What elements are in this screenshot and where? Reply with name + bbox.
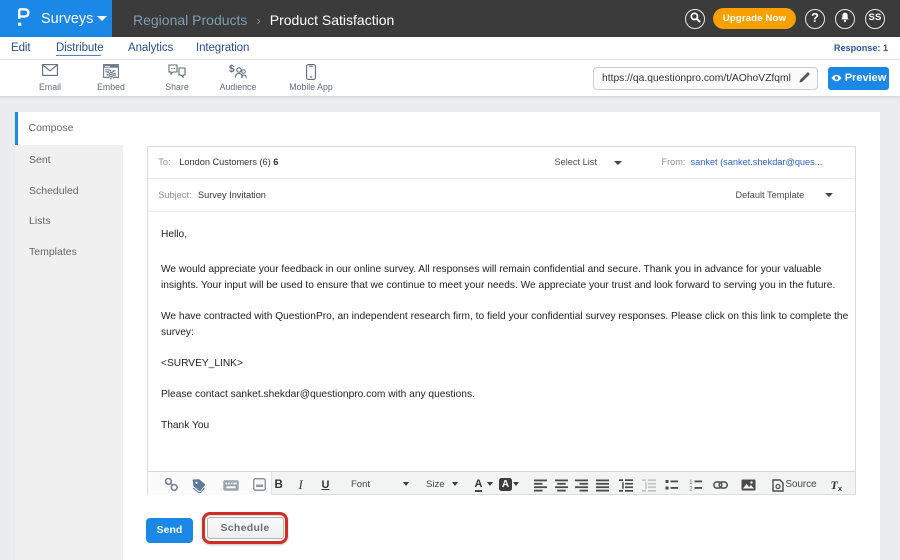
svg-text:1: 1 bbox=[689, 480, 693, 486]
svg-text:2: 2 bbox=[689, 487, 693, 492]
svg-text:$: $ bbox=[229, 64, 235, 75]
